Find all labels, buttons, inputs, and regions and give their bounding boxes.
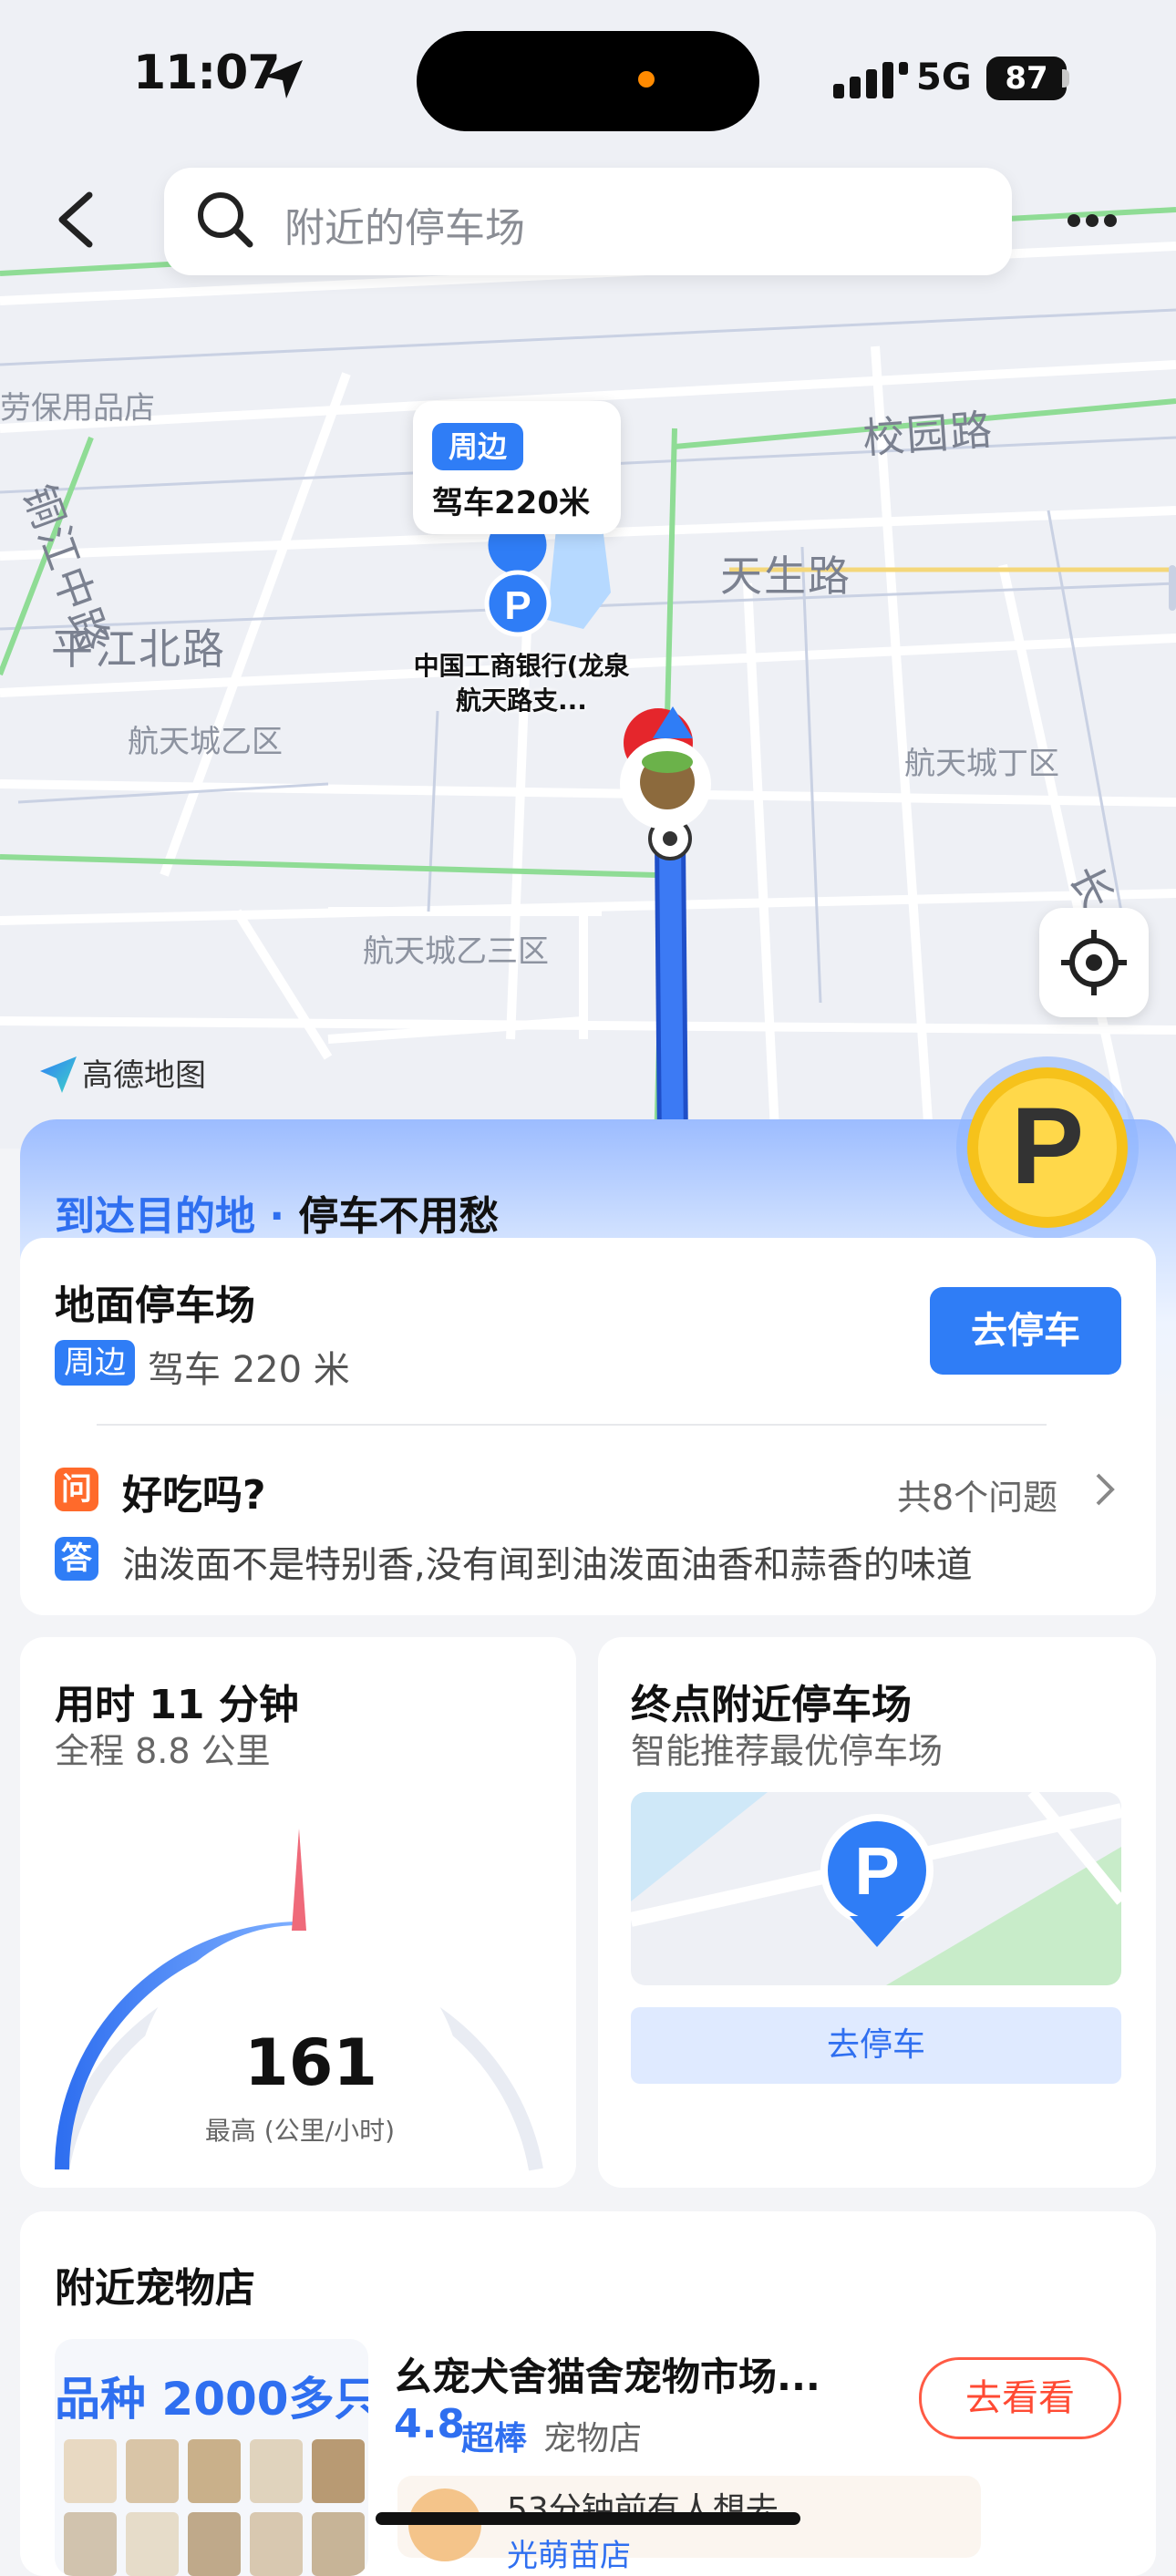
parking-distance: 驾车 220 米 — [148, 1349, 350, 1391]
signal-icon — [833, 62, 908, 98]
max-speed-label: 最高 (公里/小时) — [204, 2116, 396, 2146]
network-type: 5G — [916, 57, 972, 98]
pet-shop-rating: 4.8 — [394, 2401, 465, 2447]
pet-shop-image[interactable]: 品种 2000多只 — [55, 2339, 368, 2576]
activity-avatar — [408, 2488, 481, 2561]
map-shop-label: 劳保用品店 — [0, 390, 155, 427]
svg-text:P: P — [504, 583, 531, 628]
dynamic-island — [417, 31, 759, 131]
privacy-indicator-dot — [638, 71, 655, 88]
back-arrow-icon[interactable] — [53, 190, 100, 250]
pet-shop-type: 宠物店 — [543, 2420, 643, 2458]
max-speed-value: 161 — [244, 2025, 378, 2100]
parking-tag: 周边 — [55, 1340, 135, 1386]
amap-logo-text: 高德地图 — [82, 1057, 206, 1094]
home-indicator[interactable] — [376, 2512, 800, 2525]
location-arrow-icon — [264, 60, 303, 98]
parking-title: 地面停车场 — [55, 1283, 255, 1329]
question-text[interactable]: 好吃吗? — [122, 1462, 266, 1520]
pet-shop-rating-word: 超棒 — [461, 2420, 528, 2458]
amap-logo-icon — [40, 1056, 77, 1093]
search-input[interactable]: 附近的停车场 — [284, 195, 525, 253]
divider — [97, 1424, 1047, 1426]
more-options-icon[interactable] — [1067, 211, 1118, 230]
pet-shop-banner: 品种 2000多只 — [55, 2373, 368, 2426]
poi-name-label[interactable]: 中国工商银行(龙泉航天路支... — [412, 649, 631, 718]
question-icon: 问 — [55, 1468, 98, 1511]
headline-arrive: 到达目的地 · — [55, 1193, 299, 1240]
area-label-1: 航天城乙区 — [128, 724, 283, 760]
answer-text[interactable]: 油泼面不是特别香,没有闻到油泼面油香和蒜香的味道 — [122, 1535, 973, 1588]
go-park-button[interactable]: 去停车 — [930, 1287, 1121, 1375]
trip-distance: 全程 8.8 公里 — [55, 1731, 271, 1771]
pet-shop-name[interactable]: 幺宠犬舍猫舍宠物市场... — [394, 2346, 820, 2402]
parking-badge-icon: P — [956, 1056, 1139, 1239]
area-label-2: 航天城丁区 — [904, 746, 1059, 782]
question-count[interactable]: 共8个问题 — [897, 1469, 1057, 1520]
road-label-xiaoyuan: 校园路 — [861, 405, 995, 463]
crosshair-icon — [1061, 930, 1127, 995]
destination-parking-title: 终点附近停车场 — [631, 1682, 912, 1728]
svg-text:P: P — [854, 1833, 899, 1909]
mini-map: P — [631, 1792, 1121, 1985]
poi-callout-distance: 驾车220米 — [432, 485, 590, 521]
battery-level: 87 — [986, 57, 1067, 100]
go-see-button[interactable]: 去看看 — [919, 2357, 1121, 2439]
amap-logo: 高德地图 — [40, 1050, 206, 1095]
search-icon — [198, 192, 253, 248]
svg-text:P: P — [1011, 1085, 1084, 1207]
activity-subtext: 光萌苗店 — [507, 2538, 631, 2574]
battery-tip — [1062, 69, 1069, 88]
answer-icon: 答 — [55, 1537, 98, 1581]
pet-shop-section-title: 附近宠物店 — [55, 2265, 255, 2312]
status-time: 11:07 — [133, 46, 281, 100]
sheet-headline: 到达目的地 · 停车不用愁 — [55, 1183, 499, 1242]
destination-go-park-button[interactable]: 去停车 — [631, 2007, 1121, 2084]
chevron-right-icon[interactable] — [1094, 1471, 1116, 1508]
headline-parking: 停车不用愁 — [298, 1193, 500, 1240]
road-label-tiansheng: 天生路 — [720, 551, 851, 601]
locate-me-button[interactable] — [1039, 908, 1149, 1017]
destination-parking-subtitle: 智能推荐最优停车场 — [631, 1731, 944, 1771]
trip-duration: 用时 11 分钟 — [55, 1682, 299, 1728]
poi-callout-tag: 周边 — [432, 423, 523, 470]
area-label-3: 航天城乙三区 — [363, 933, 549, 970]
